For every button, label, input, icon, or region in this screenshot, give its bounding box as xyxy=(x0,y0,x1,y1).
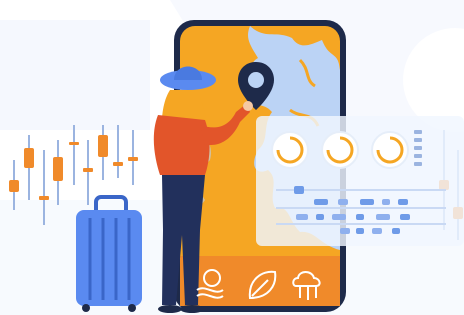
illustration-scene xyxy=(0,0,464,315)
suitcase-illustration xyxy=(76,195,142,312)
info-card-art xyxy=(271,130,446,234)
gauge-1 xyxy=(271,131,309,169)
info-card xyxy=(256,116,464,246)
data-lines xyxy=(276,186,446,234)
mini-bars xyxy=(414,130,422,166)
gauge-2 xyxy=(321,131,359,169)
gauge-3 xyxy=(371,131,409,169)
